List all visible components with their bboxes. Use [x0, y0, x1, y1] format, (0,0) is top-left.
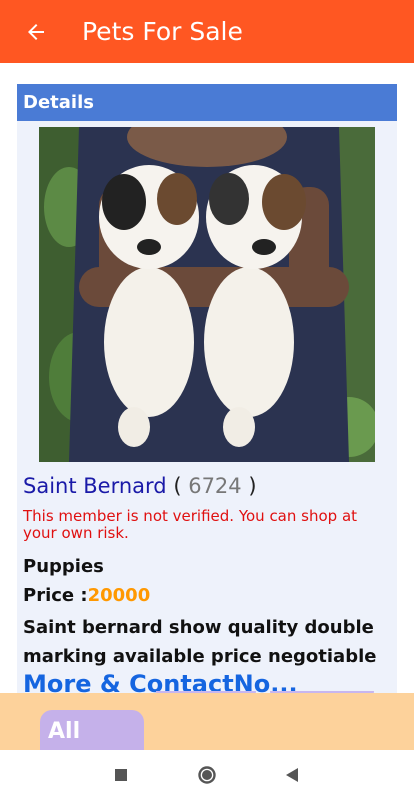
id-paren-open: (: [173, 474, 182, 498]
nav-back-button[interactable]: [267, 750, 317, 800]
category-chip-all[interactable]: All: [40, 710, 144, 750]
square-icon: [115, 769, 127, 781]
pet-photo[interactable]: [39, 127, 375, 462]
price-row: Price :20000: [23, 585, 150, 606]
content-area[interactable]: Details Saint Bernard (6724) This memb…: [0, 63, 414, 693]
home-button[interactable]: [182, 750, 232, 800]
arrow-back-icon: [28, 23, 44, 40]
system-nav-bar: [0, 750, 414, 800]
app-bar: Pets For Sale: [0, 0, 414, 63]
more-contact-link[interactable]: More & ContactNo...: [23, 670, 298, 693]
recents-button[interactable]: [96, 750, 146, 800]
circle-icon: [198, 766, 216, 784]
triangle-back-icon: [286, 768, 298, 782]
id-paren-close: ): [248, 474, 257, 498]
category-label: Puppies: [23, 556, 104, 577]
details-card: Details Saint Bernard (6724) This memb…: [17, 84, 397, 693]
breed-row: Saint Bernard ( 6724 ): [23, 474, 257, 498]
listing-id: 6724: [188, 474, 242, 498]
page-title: Pets For Sale: [82, 17, 243, 46]
verification-warning: This member is not verified. You can sho…: [23, 507, 358, 542]
breed-name[interactable]: Saint Bernard: [23, 474, 167, 498]
details-header: Details: [17, 84, 397, 121]
price-label: Price :: [23, 585, 88, 606]
description: Saint bernard show quality double markin…: [23, 617, 377, 667]
price-value: 20000: [87, 585, 151, 606]
category-bar: All: [0, 693, 414, 750]
back-button[interactable]: [20, 16, 52, 48]
puppies-image: [39, 127, 375, 462]
